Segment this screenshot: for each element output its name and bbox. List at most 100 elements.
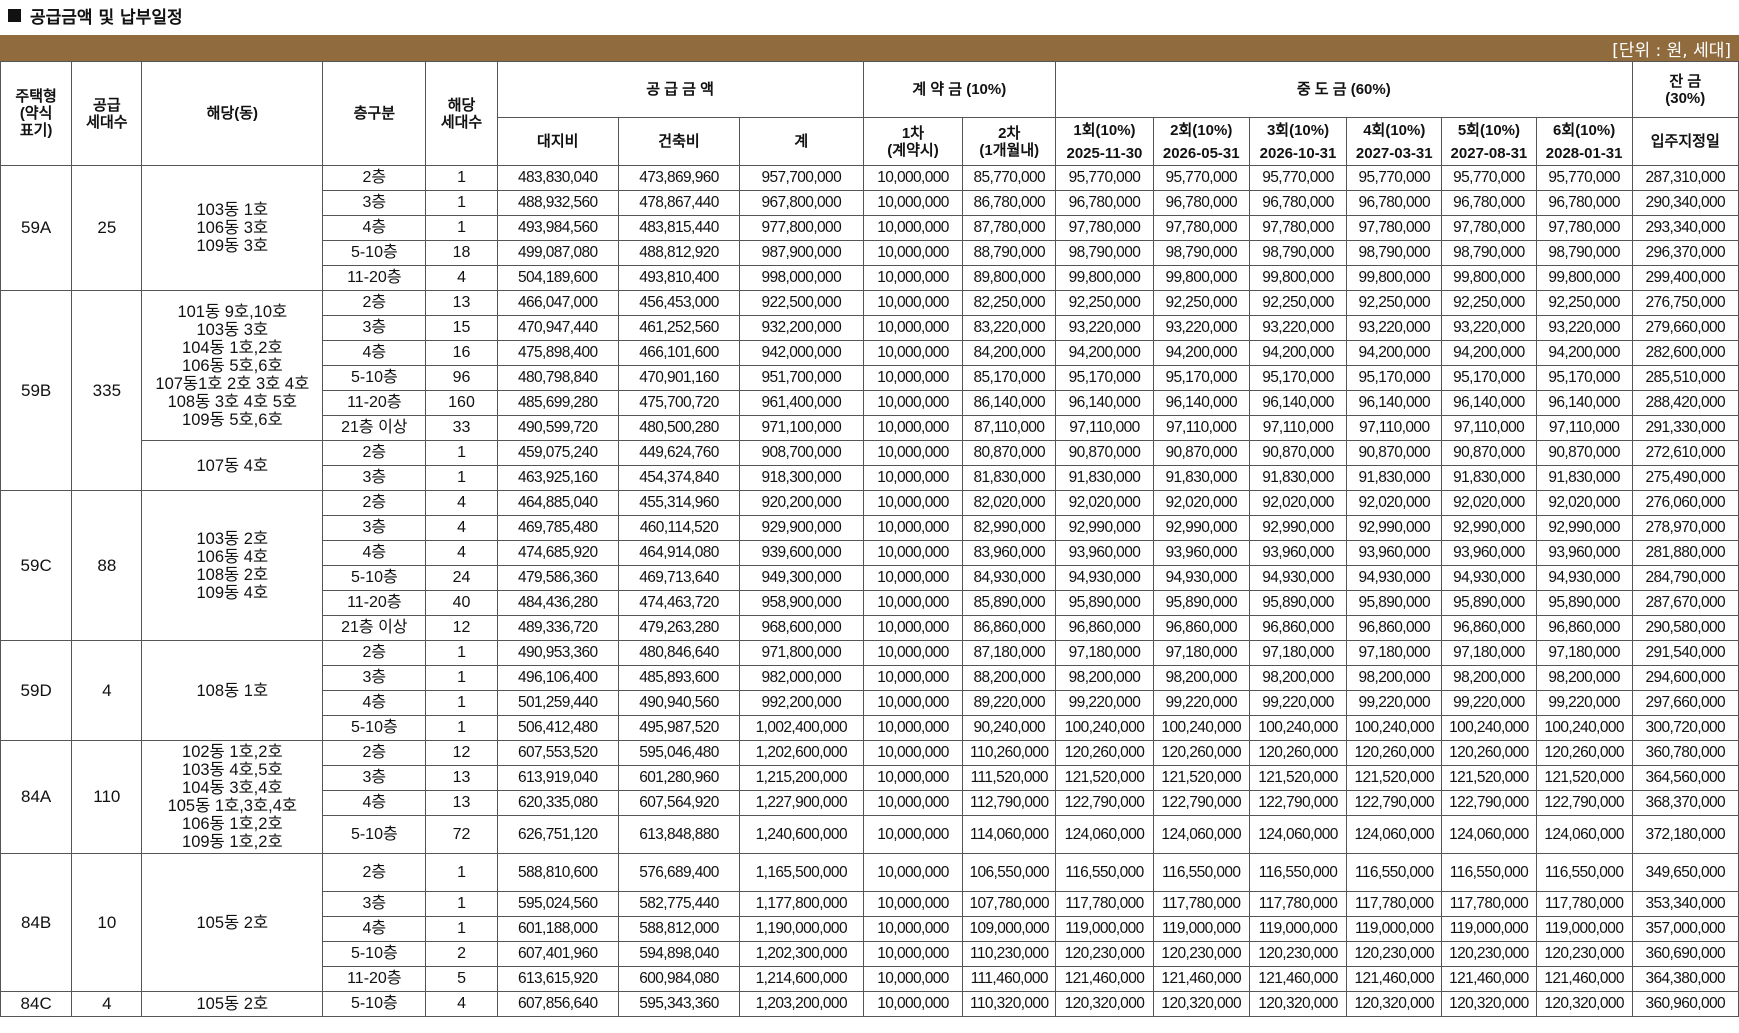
middle-payment-cell: 99,220,000 <box>1441 690 1537 716</box>
units-cell: 4 <box>425 515 498 541</box>
total-price-cell: 1,202,600,000 <box>739 740 864 766</box>
middle-payment-cell: 98,200,000 <box>1441 665 1537 691</box>
dong-line: 109동 4호 <box>196 583 269 602</box>
balance-cell: 360,690,000 <box>1631 941 1739 967</box>
land-cost-cell: 595,024,560 <box>496 891 619 917</box>
deposit-2-cell: 110,230,000 <box>962 941 1057 967</box>
building-cost-cell: 490,940,560 <box>617 690 741 716</box>
deposit-1-cell: 10,000,000 <box>862 853 964 892</box>
middle-payment-cell: 98,200,000 <box>1535 665 1633 691</box>
dong-line: 105동 2호 <box>196 995 269 1013</box>
dong-cell: 107동 4호 <box>141 440 324 491</box>
land-cost-cell: 620,335,080 <box>496 790 619 816</box>
table-row: 59B 335 101동 9호,10호 103동 3호 104동 1호,2호 106동 5… <box>0 290 1739 491</box>
middle-payment-cell: 95,170,000 <box>1152 365 1250 391</box>
deposit-2-cell: 81,830,000 <box>962 465 1057 491</box>
units-cell: 18 <box>425 240 498 266</box>
floor-cell: 5-10층 <box>322 991 427 1017</box>
middle-payment-cell: 117,780,000 <box>1346 891 1443 917</box>
header-middle-6: 6회(10%) 2028-01-31 <box>1535 117 1633 166</box>
unit-note: [단위 : 원, 세대] <box>1612 40 1731 61</box>
middle-payment-cell: 124,060,000 <box>1441 815 1537 854</box>
land-cost-cell: 506,412,480 <box>496 715 619 741</box>
balance-cell: 291,540,000 <box>1631 640 1739 666</box>
deposit-2-cell: 110,260,000 <box>962 740 1057 766</box>
section-title-text: 공급금액 및 납부일정 <box>30 7 183 28</box>
middle-payment-cell: 93,960,000 <box>1248 540 1348 566</box>
floor-cell: 2층 <box>322 640 427 666</box>
middle-payment-cell: 124,060,000 <box>1346 815 1443 854</box>
land-cost-cell: 601,188,000 <box>496 916 619 942</box>
middle-payment-cell: 93,220,000 <box>1441 315 1537 341</box>
middle-payment-cell: 94,930,000 <box>1441 565 1537 591</box>
dong-line: 103동 3호 <box>196 320 269 339</box>
land-cost-cell: 607,401,960 <box>496 941 619 967</box>
deposit-2-cell: 111,460,000 <box>962 966 1057 992</box>
header-deposit-2: 2차 (1개월내) <box>962 117 1057 166</box>
floor-cell: 3층 <box>322 891 427 917</box>
floor-cell: 3층 <box>322 315 427 341</box>
middle-payment-cell: 95,170,000 <box>1346 365 1443 391</box>
house-type-cell: 59C <box>0 490 73 641</box>
middle-payment-cell: 100,240,000 <box>1535 715 1633 741</box>
deposit-2-cell: 87,180,000 <box>962 640 1057 666</box>
deposit-1-cell: 10,000,000 <box>862 590 964 616</box>
header-total: 계 <box>739 117 864 166</box>
dong-line: 109동 3호 <box>196 237 269 255</box>
deposit-2-cell: 88,790,000 <box>962 240 1057 266</box>
middle-payment-cell: 98,790,000 <box>1248 240 1348 266</box>
land-cost-cell: 490,953,360 <box>496 640 619 666</box>
deposit-1-cell: 10,000,000 <box>862 615 964 641</box>
deposit-1-cell: 10,000,000 <box>862 240 964 266</box>
balance-cell: 285,510,000 <box>1631 365 1739 391</box>
middle-payment-cell: 94,930,000 <box>1346 565 1443 591</box>
middle-payment-cell: 97,780,000 <box>1441 215 1537 241</box>
middle-payment-cell: 117,780,000 <box>1055 891 1154 917</box>
balance-cell: 276,060,000 <box>1631 490 1739 516</box>
middle-payment-cell: 121,520,000 <box>1248 765 1348 791</box>
land-cost-cell: 626,751,120 <box>496 815 619 854</box>
units-cell: 33 <box>425 415 498 441</box>
middle-payment-cell: 97,110,000 <box>1535 415 1633 441</box>
middle-payment-cell: 122,790,000 <box>1441 790 1537 816</box>
middle-payment-cell: 96,140,000 <box>1441 390 1537 416</box>
middle-payment-cell: 92,990,000 <box>1346 515 1443 541</box>
middle-payment-cell: 119,000,000 <box>1535 916 1633 942</box>
deposit-2-cell: 87,110,000 <box>962 415 1057 441</box>
floor-cell: 21층 이상 <box>322 615 427 641</box>
middle-payment-cell: 94,200,000 <box>1152 340 1250 366</box>
middle-payment-cell: 96,780,000 <box>1152 190 1250 216</box>
units-cell: 4 <box>425 540 498 566</box>
house-type-cell: 84A <box>0 740 73 854</box>
middle-payment-cell: 119,000,000 <box>1248 916 1348 942</box>
dong-cell: 105동 2호 <box>141 991 324 1017</box>
total-price-cell: 971,800,000 <box>739 640 864 666</box>
land-cost-cell: 474,685,920 <box>496 540 619 566</box>
middle-payment-cell: 91,830,000 <box>1346 465 1443 491</box>
building-cost-cell: 449,624,760 <box>617 440 741 466</box>
dong-cell: 105동 2호 <box>141 853 324 992</box>
building-cost-cell: 588,812,000 <box>617 916 741 942</box>
units-cell: 4 <box>425 991 498 1017</box>
middle-payment-cell: 95,770,000 <box>1535 165 1633 191</box>
balance-cell: 272,610,000 <box>1631 440 1739 466</box>
balance-cell: 284,790,000 <box>1631 565 1739 591</box>
balance-cell: 282,600,000 <box>1631 340 1739 366</box>
middle-payment-cell: 121,520,000 <box>1346 765 1443 791</box>
middle-payment-cell: 117,780,000 <box>1535 891 1633 917</box>
dong-line: 107동1호 2호 3호 4호 <box>155 374 310 393</box>
dong-line: 108동 3호 4호 5호 <box>167 392 298 411</box>
middle-payment-cell: 124,060,000 <box>1055 815 1154 854</box>
middle-payment-cell: 116,550,000 <box>1535 853 1633 892</box>
middle-payment-cell: 92,020,000 <box>1441 490 1537 516</box>
floor-cell: 5-10층 <box>322 240 427 266</box>
total-price-cell: 918,300,000 <box>739 465 864 491</box>
total-price-cell: 967,800,000 <box>739 190 864 216</box>
header-middle-5: 5회(10%) 2027-08-31 <box>1441 117 1537 166</box>
floor-cell: 11-20층 <box>322 265 427 291</box>
dong-line: 108동 1호 <box>196 681 269 700</box>
middle-payment-cell: 117,780,000 <box>1248 891 1348 917</box>
balance-cell: 290,580,000 <box>1631 615 1739 641</box>
middle-payment-cell: 95,890,000 <box>1055 590 1154 616</box>
floor-cell: 2층 <box>322 740 427 766</box>
